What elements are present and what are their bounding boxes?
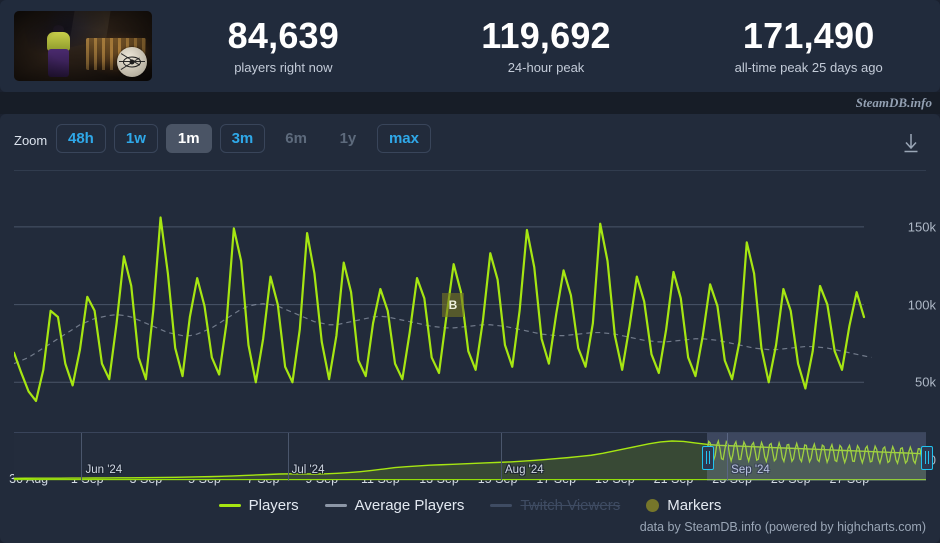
stat-players-right-now: 84,639 players right now: [152, 17, 415, 75]
legend-item-markers[interactable]: Markers: [646, 497, 721, 514]
navigator-handle-right[interactable]: [921, 446, 933, 470]
legend-dot-icon: [646, 498, 660, 512]
range-selector-toolbar: Zoom 48h 1w 1m 3m 6m 1y max: [0, 114, 940, 170]
download-icon[interactable]: [898, 130, 924, 156]
range-button-max[interactable]: max: [376, 124, 431, 153]
range-button-6m: 6m: [285, 130, 307, 147]
zoom-label: Zoom: [14, 133, 48, 148]
range-button-1w[interactable]: 1w: [113, 124, 158, 153]
chart-credit: data by SteamDB.info (powered by highcha…: [639, 520, 926, 534]
stat-all-time-peak: 171,490 all-time peak 25 days ago: [677, 17, 940, 75]
y-axis-tick-label: 50k: [915, 374, 936, 390]
legend-item-twitch-viewers[interactable]: Twitch Viewers: [490, 497, 620, 514]
stats-card: 84,639 players right now 119,692 24-hour…: [0, 0, 940, 92]
range-button-3m[interactable]: 3m: [219, 124, 266, 153]
range-button-48h[interactable]: 48h: [56, 124, 106, 153]
y-axis-tick-label: 100k: [907, 297, 936, 313]
legend-line-icon: [218, 503, 241, 507]
navigator-tick: [81, 433, 83, 481]
navigator-selected-range[interactable]: [707, 433, 926, 481]
navigator-month-label: Jul '24: [291, 464, 325, 476]
stat-label: all-time peak 25 days ago: [734, 59, 883, 75]
legend-item-average-players[interactable]: Average Players: [324, 496, 465, 514]
navigator[interactable]: Jun '24 Jul '24 Aug '24 Sep '24: [14, 432, 933, 481]
navigator-tick: [501, 433, 502, 481]
watermark-strip: SteamDB.info: [0, 92, 940, 114]
range-buttons: 48h 1w 1m 3m 6m 1y max: [56, 124, 431, 153]
navigator-month-label: Aug '24: [505, 464, 544, 476]
stat-24-hour-peak: 119,692 24-hour peak: [415, 17, 678, 75]
legend-line-icon: [324, 503, 347, 507]
stat-label: players right now: [234, 59, 333, 75]
stat-value: 171,490: [742, 15, 875, 57]
legend-label: Markers: [667, 496, 722, 514]
toolbar-divider: [14, 170, 926, 171]
legend-label: Twitch Viewers: [520, 496, 621, 514]
chart-marker-flag[interactable]: B: [442, 292, 464, 317]
stat-label: 24-hour peak: [507, 59, 585, 75]
navigator-tick: [287, 433, 289, 481]
steamdb-player-chart-page: 84,639 players right now 119,692 24-hour…: [0, 0, 940, 543]
eye-emblem-icon: [117, 47, 147, 77]
stat-value: 119,692: [481, 15, 611, 57]
chart-legend: Players Average Players Twitch Viewers Mark…: [0, 492, 940, 518]
chart-panel: Zoom 48h1w1m3m6m1ymax 050k100k150k 30 Au…: [0, 114, 940, 543]
range-button-1y: 1y: [339, 130, 357, 147]
stat-value: 84,639: [227, 15, 339, 57]
range-button-1m[interactable]: 1m: [165, 124, 212, 153]
game-thumbnail[interactable]: [14, 11, 152, 81]
steamdb-watermark: SteamDB.info: [855, 95, 932, 110]
legend-item-players[interactable]: Players: [218, 496, 299, 514]
y-axis-tick-label: 150k: [907, 219, 936, 235]
navigator-handle-left[interactable]: [702, 446, 715, 470]
legend-label: Average Players: [354, 496, 465, 514]
navigator-background: Jun '24 Jul '24 Aug '24 Sep '24: [14, 432, 933, 481]
legend-line-icon: [490, 503, 513, 507]
legend-label: Players: [248, 496, 299, 514]
navigator-month-label: Jun '24: [85, 464, 123, 476]
